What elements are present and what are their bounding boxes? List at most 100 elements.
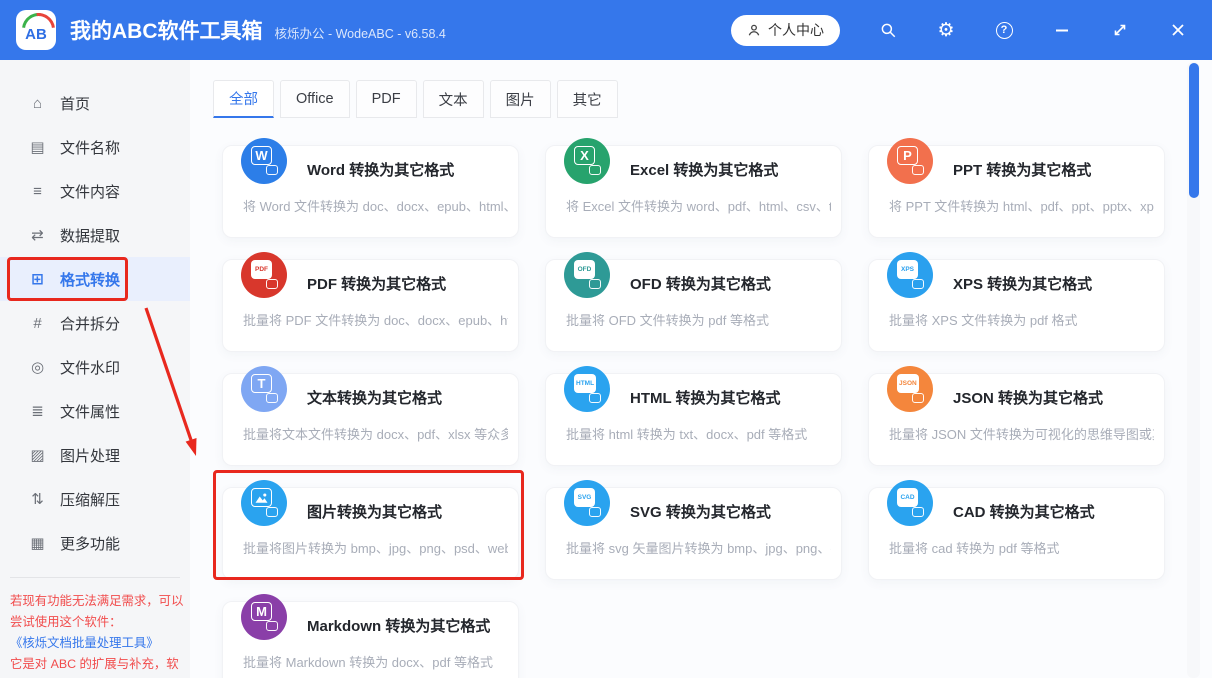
- tab-其它[interactable]: 其它: [556, 80, 618, 118]
- footer-note-line: 尝试使用这个软件：: [10, 615, 122, 629]
- sidebar-item-file-props[interactable]: ≣ 文件属性: [0, 389, 190, 433]
- html-badge-icon: HTML: [574, 374, 597, 393]
- compress-icon: ⇅: [31, 491, 44, 508]
- file-props-icon: ≣: [31, 403, 44, 420]
- user-center-button[interactable]: 个人中心: [731, 14, 840, 46]
- sidebar-item-format-convert[interactable]: ⊞ 格式转换: [0, 257, 190, 301]
- tool-card-desc: 批量将 cad 转换为 pdf 等格式: [889, 541, 1060, 556]
- sidebar-item-file-name[interactable]: ▤ 文件名称: [0, 125, 190, 169]
- help-icon[interactable]: ?: [994, 20, 1014, 40]
- tab-label: 图片: [505, 92, 535, 109]
- sidebar-item-label: 更多功能: [60, 535, 121, 553]
- tool-card-title: HTML 转换为其它格式: [630, 390, 781, 407]
- tool-card-cad[interactable]: CAD CAD 转换为其它格式 批量将 cad 转换为 pdf 等格式: [868, 480, 1165, 580]
- sidebar-item-label: 文件名称: [60, 139, 121, 157]
- markdown-icon: M: [241, 594, 287, 640]
- sidebar-item-merge-split[interactable]: # 合并拆分: [0, 301, 190, 345]
- promo-link[interactable]: 《核烁文档批量处理工具》: [10, 633, 184, 654]
- svg-icon: SVG: [564, 480, 610, 526]
- sidebar-item-label: 合并拆分: [60, 315, 121, 333]
- tool-card-text[interactable]: T 文本转换为其它格式 批量将文本文件转换为 docx、pdf、xlsx 等众多…: [222, 366, 519, 466]
- tab-图片[interactable]: 图片: [489, 80, 551, 118]
- image-badge-icon: [251, 488, 272, 507]
- sidebar-item-compress[interactable]: ⇅ 压缩解压: [0, 477, 190, 521]
- convert-motif-icon: [266, 393, 278, 403]
- json-badge-icon: JSON: [897, 374, 919, 393]
- tool-card-svg[interactable]: SVG SVG 转换为其它格式 批量将 svg 矢量图片转换为 bmp、jpg、…: [545, 480, 842, 580]
- sidebar-item-watermark[interactable]: ◎ 文件水印: [0, 345, 190, 389]
- tab-label: Office: [296, 91, 334, 107]
- tool-card-excel[interactable]: X Excel 转换为其它格式 将 Excel 文件转换为 word、pdf、h…: [545, 138, 842, 238]
- app-title: 我的ABC软件工具箱: [70, 20, 263, 43]
- tool-card-image[interactable]: 图片转换为其它格式 批量将图片转换为 bmp、jpg、png、psd、webp、: [222, 480, 519, 580]
- sidebar: ⌂ 首页 ▤ 文件名称 ≡ 文件内容 ⇄ 数据提取 ⊞ 格式转换 # 合并拆分 …: [0, 60, 190, 678]
- tool-card-word[interactable]: W Word 转换为其它格式 将 Word 文件转换为 doc、docx、epu…: [222, 138, 519, 238]
- tool-card-desc: 批量将图片转换为 bmp、jpg、png、psd、webp、: [243, 541, 508, 556]
- tool-card-ppt[interactable]: P PPT 转换为其它格式 将 PPT 文件转换为 html、pdf、ppt、p…: [868, 138, 1165, 238]
- app-logo-text: AB: [25, 26, 47, 43]
- convert-motif-icon: [266, 279, 278, 289]
- scrollbar-thumb[interactable]: [1188, 63, 1199, 198]
- tool-card-json[interactable]: JSON JSON 转换为其它格式 批量将 JSON 文件转换为可视化的思维导图…: [868, 366, 1165, 466]
- sidebar-item-home[interactable]: ⌂ 首页: [0, 81, 190, 125]
- pdf-badge-icon: PDF: [251, 260, 272, 279]
- sidebar-item-image-process[interactable]: ▨ 图片处理: [0, 433, 190, 477]
- tool-card-pdf[interactable]: PDF PDF 转换为其它格式 批量将 PDF 文件转换为 doc、docx、e…: [222, 252, 519, 352]
- tool-card-title: Excel 转换为其它格式: [630, 162, 779, 179]
- tool-card-xps[interactable]: XPS XPS 转换为其它格式 批量将 XPS 文件转换为 pdf 格式: [868, 252, 1165, 352]
- search-icon[interactable]: [878, 20, 898, 40]
- tool-card-desc: 批量将 svg 矢量图片转换为 bmp、jpg、png、doc: [566, 541, 831, 556]
- json-icon: JSON: [887, 366, 933, 412]
- tool-card-ofd[interactable]: OFD OFD 转换为其它格式 批量将 OFD 文件转换为 pdf 等格式: [545, 252, 842, 352]
- sidebar-item-label: 首页: [60, 95, 91, 113]
- convert-motif-icon: [912, 165, 924, 175]
- cad-badge-icon: CAD: [897, 488, 918, 507]
- title-bar: AB 我的ABC软件工具箱 核烁办公 - WodeABC - v6.58.4 个…: [0, 0, 1212, 60]
- tool-card-grid: W Word 转换为其它格式 将 Word 文件转换为 doc、docx、epu…: [222, 138, 1165, 678]
- ppt-icon: P: [887, 138, 933, 184]
- format-convert-icon: ⊞: [31, 271, 44, 288]
- scrollbar[interactable]: [1187, 62, 1200, 678]
- text-icon: T: [241, 366, 287, 412]
- tab-PDF[interactable]: PDF: [355, 80, 417, 118]
- ofd-icon: OFD: [564, 252, 610, 298]
- close-button[interactable]: [1168, 20, 1188, 40]
- tab-label: 其它: [572, 92, 602, 109]
- word-badge-icon: W: [251, 146, 272, 165]
- convert-motif-icon: [589, 393, 601, 403]
- sidebar-item-label: 图片处理: [60, 447, 121, 465]
- convert-motif-icon: [266, 165, 278, 175]
- watermark-icon: ◎: [30, 359, 45, 376]
- text-badge-icon: T: [251, 374, 272, 393]
- sidebar-item-more[interactable]: ▦ 更多功能: [0, 521, 190, 565]
- tool-card-title: 图片转换为其它格式: [307, 504, 443, 521]
- home-icon: ⌂: [32, 94, 43, 112]
- markdown-badge-icon: M: [251, 602, 272, 621]
- tool-card-html[interactable]: HTML HTML 转换为其它格式 批量将 html 转换为 txt、docx、…: [545, 366, 842, 466]
- tool-card-desc: 将 Word 文件转换为 doc、docx、epub、html、pd: [243, 199, 508, 214]
- tool-card-desc: 将 Excel 文件转换为 word、pdf、html、csv、txt、: [566, 199, 831, 214]
- word-icon: W: [241, 138, 287, 184]
- merge-split-icon: #: [33, 314, 42, 332]
- tool-card-markdown[interactable]: M Markdown 转换为其它格式 批量将 Markdown 转换为 docx…: [222, 594, 519, 678]
- tab-全部[interactable]: 全部: [213, 80, 274, 118]
- sidebar-item-label: 文件属性: [60, 403, 121, 421]
- tab-Office[interactable]: Office: [280, 80, 350, 118]
- xps-badge-icon: XPS: [897, 260, 918, 279]
- tool-card-title: Markdown 转换为其它格式: [307, 618, 491, 635]
- settings-gear-icon[interactable]: ⚙: [936, 20, 956, 40]
- tab-文本[interactable]: 文本: [422, 80, 484, 118]
- convert-motif-icon: [266, 621, 278, 631]
- sidebar-item-file-content[interactable]: ≡ 文件内容: [0, 169, 190, 213]
- tool-card-title: OFD 转换为其它格式: [630, 276, 771, 293]
- ppt-badge-icon: P: [897, 146, 918, 165]
- tab-label: PDF: [371, 91, 401, 107]
- excel-icon: X: [564, 138, 610, 184]
- minimize-button[interactable]: [1052, 20, 1072, 40]
- sidebar-item-data-extract[interactable]: ⇄ 数据提取: [0, 213, 190, 257]
- sidebar-item-label: 数据提取: [60, 227, 121, 245]
- maximize-button[interactable]: [1110, 20, 1130, 40]
- convert-motif-icon: [912, 393, 924, 403]
- tool-card-desc: 批量将文本文件转换为 docx、pdf、xlsx 等众多格式: [243, 427, 508, 442]
- tool-card-title: SVG 转换为其它格式: [630, 504, 771, 521]
